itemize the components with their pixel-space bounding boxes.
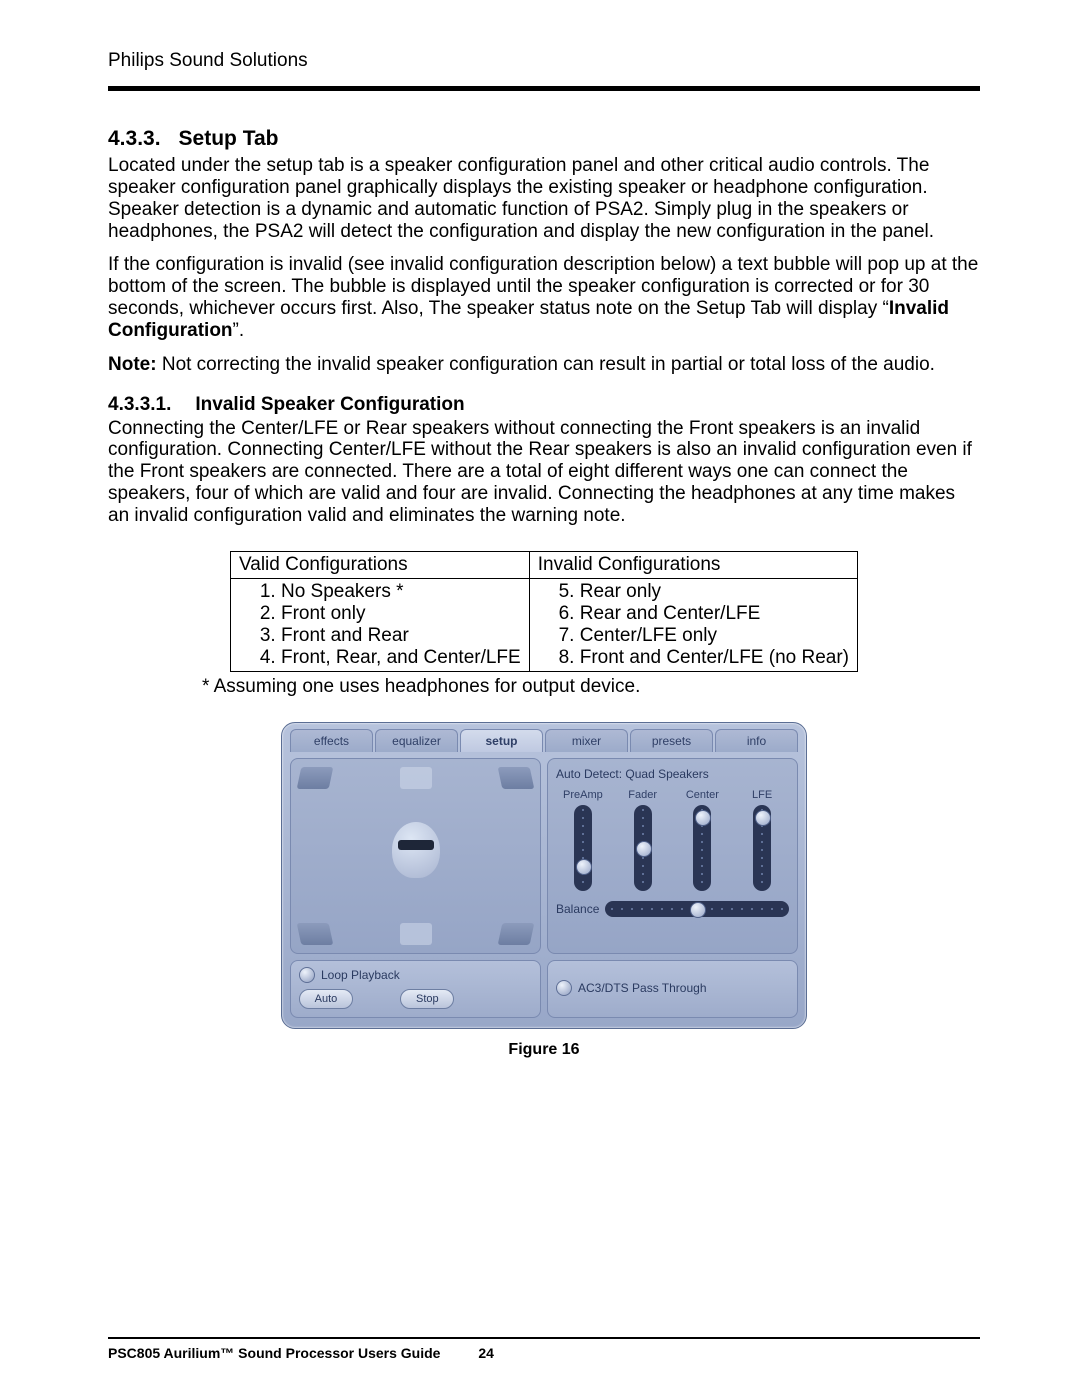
radio-icon[interactable] — [299, 967, 315, 983]
slider-label: PreAmp — [556, 789, 610, 801]
subsection-number: 4.3.3.1. — [108, 394, 171, 416]
slider-row: PreAmp Fader Center LFE — [556, 789, 789, 891]
tab-setup[interactable]: setup — [460, 729, 543, 752]
tab-presets[interactable]: presets — [630, 729, 713, 752]
invalid-cell: Rear onlyRear and Center/LFECenter/LFE o… — [529, 578, 857, 671]
list-item: Rear only — [580, 581, 849, 603]
list-item: Front and Rear — [281, 625, 521, 647]
auto-button[interactable]: Auto — [299, 989, 353, 1009]
speaker-rear-left-icon — [297, 923, 334, 945]
balance-row: Balance — [556, 901, 789, 917]
section-title: Setup Tab — [179, 127, 279, 150]
slider-track[interactable] — [753, 805, 771, 891]
config-table: Valid Configurations Invalid Configurati… — [230, 551, 858, 672]
slider-thumb-icon[interactable] — [695, 810, 711, 826]
radio-icon[interactable] — [556, 980, 572, 996]
speaker-front-right-icon — [498, 767, 535, 789]
speaker-front-left-icon — [297, 767, 334, 789]
subsection-heading: 4.3.3.1. Invalid Speaker Configuration — [108, 394, 980, 416]
listener-glasses-icon — [398, 840, 434, 850]
passthrough-label: AC3/DTS Pass Through — [578, 981, 707, 995]
app-panel: effectsequalizersetupmixerpresetsinfo — [281, 722, 807, 1029]
list-item: Rear and Center/LFE — [580, 603, 849, 625]
section-number: 4.3.3. — [108, 127, 161, 151]
footer-doc-title: PSC805 Aurilium™ Sound Processor Users G… — [108, 1345, 440, 1361]
col1-header: Valid Configurations — [230, 551, 529, 578]
valid-cell: No Speakers *Front onlyFront and RearFro… — [230, 578, 529, 671]
balance-slider[interactable] — [605, 901, 789, 917]
setup-paragraph-2: If the configuration is invalid (see inv… — [108, 254, 980, 341]
tab-mixer[interactable]: mixer — [545, 729, 628, 752]
slider-track[interactable] — [634, 805, 652, 891]
tab-effects[interactable]: effects — [290, 729, 373, 752]
slider-label: Center — [676, 789, 730, 801]
auto-detect-row: Auto Detect: Quad Speakers — [556, 767, 789, 781]
balance-label: Balance — [556, 902, 599, 916]
loop-playback-pill: Loop Playback Auto Stop — [290, 960, 541, 1018]
footer: PSC805 Aurilium™ Sound Processor Users G… — [108, 1337, 980, 1361]
loop-playback-check[interactable]: Loop Playback — [299, 967, 532, 983]
slider-thumb-icon[interactable] — [755, 810, 771, 826]
header-brand: Philips Sound Solutions — [108, 50, 980, 72]
header-rule — [108, 86, 980, 91]
tab-equalizer[interactable]: equalizer — [375, 729, 458, 752]
col2-header: Invalid Configurations — [529, 551, 857, 578]
table-footnote: * Assuming one uses headphones for outpu… — [108, 676, 980, 698]
speaker-layout-pane — [290, 758, 541, 954]
speaker-center-icon — [400, 767, 432, 789]
p2-post: ”. — [233, 320, 245, 341]
footer-page-number: 24 — [478, 1345, 494, 1361]
auto-detect-value: Quad Speakers — [625, 767, 708, 781]
list-item: Front only — [281, 603, 521, 625]
passthrough-check[interactable]: AC3/DTS Pass Through — [556, 980, 707, 996]
slider-thumb-icon[interactable] — [576, 859, 592, 875]
slider-label: Fader — [616, 789, 670, 801]
note-text: Not correcting the invalid speaker confi… — [157, 354, 935, 375]
tab-list: effectsequalizersetupmixerpresetsinfo — [290, 729, 798, 752]
slider-preamp: PreAmp — [556, 789, 610, 891]
tab-info[interactable]: info — [715, 729, 798, 752]
p2-pre: If the configuration is invalid (see inv… — [108, 254, 978, 319]
subsection-title: Invalid Speaker Configuration — [195, 394, 464, 415]
auto-detect-label: Auto Detect: — [556, 767, 622, 781]
slider-thumb-icon[interactable] — [636, 841, 652, 857]
document-page: Philips Sound Solutions 4.3.3.Setup Tab … — [0, 0, 1080, 1397]
slider-fader: Fader — [616, 789, 670, 891]
controls-pane: Auto Detect: Quad Speakers PreAmp Fader Ce… — [547, 758, 798, 954]
setup-note: Note: Not correcting the invalid speaker… — [108, 354, 980, 376]
footer-rule — [108, 1337, 980, 1339]
loop-playback-label: Loop Playback — [321, 968, 400, 982]
slider-track[interactable] — [574, 805, 592, 891]
invalid-paragraph: Connecting the Center/LFE or Rear speake… — [108, 418, 980, 527]
list-item: No Speakers * — [281, 581, 521, 603]
slider-track[interactable] — [693, 805, 711, 891]
list-item: Front, Rear, and Center/LFE — [281, 647, 521, 669]
section-heading: 4.3.3. Setup Tab — [108, 127, 980, 151]
slider-lfe: LFE — [735, 789, 789, 891]
slider-center: Center — [676, 789, 730, 891]
invalid-list: Rear onlyRear and Center/LFECenter/LFE o… — [538, 581, 849, 669]
note-label: Note: — [108, 354, 157, 375]
stop-button[interactable]: Stop — [400, 989, 454, 1009]
passthrough-pill: AC3/DTS Pass Through — [547, 960, 798, 1018]
balance-thumb-icon[interactable] — [690, 902, 706, 918]
valid-list: No Speakers *Front onlyFront and RearFro… — [239, 581, 521, 669]
list-item: Center/LFE only — [580, 625, 849, 647]
figure-caption: Figure 16 — [108, 1041, 980, 1059]
slider-label: LFE — [735, 789, 789, 801]
speaker-lfe-icon — [400, 923, 432, 945]
list-item: Front and Center/LFE (no Rear) — [580, 647, 849, 669]
speaker-rear-right-icon — [498, 923, 535, 945]
figure-wrap: effectsequalizersetupmixerpresetsinfo — [108, 722, 980, 1059]
footer-text: PSC805 Aurilium™ Sound Processor Users G… — [108, 1345, 980, 1361]
setup-paragraph-1: Located under the setup tab is a speaker… — [108, 155, 980, 242]
bottom-row: Loop Playback Auto Stop AC3/DTS Pass Thr… — [290, 960, 798, 1018]
panel-body: Auto Detect: Quad Speakers PreAmp Fader Ce… — [290, 758, 798, 954]
